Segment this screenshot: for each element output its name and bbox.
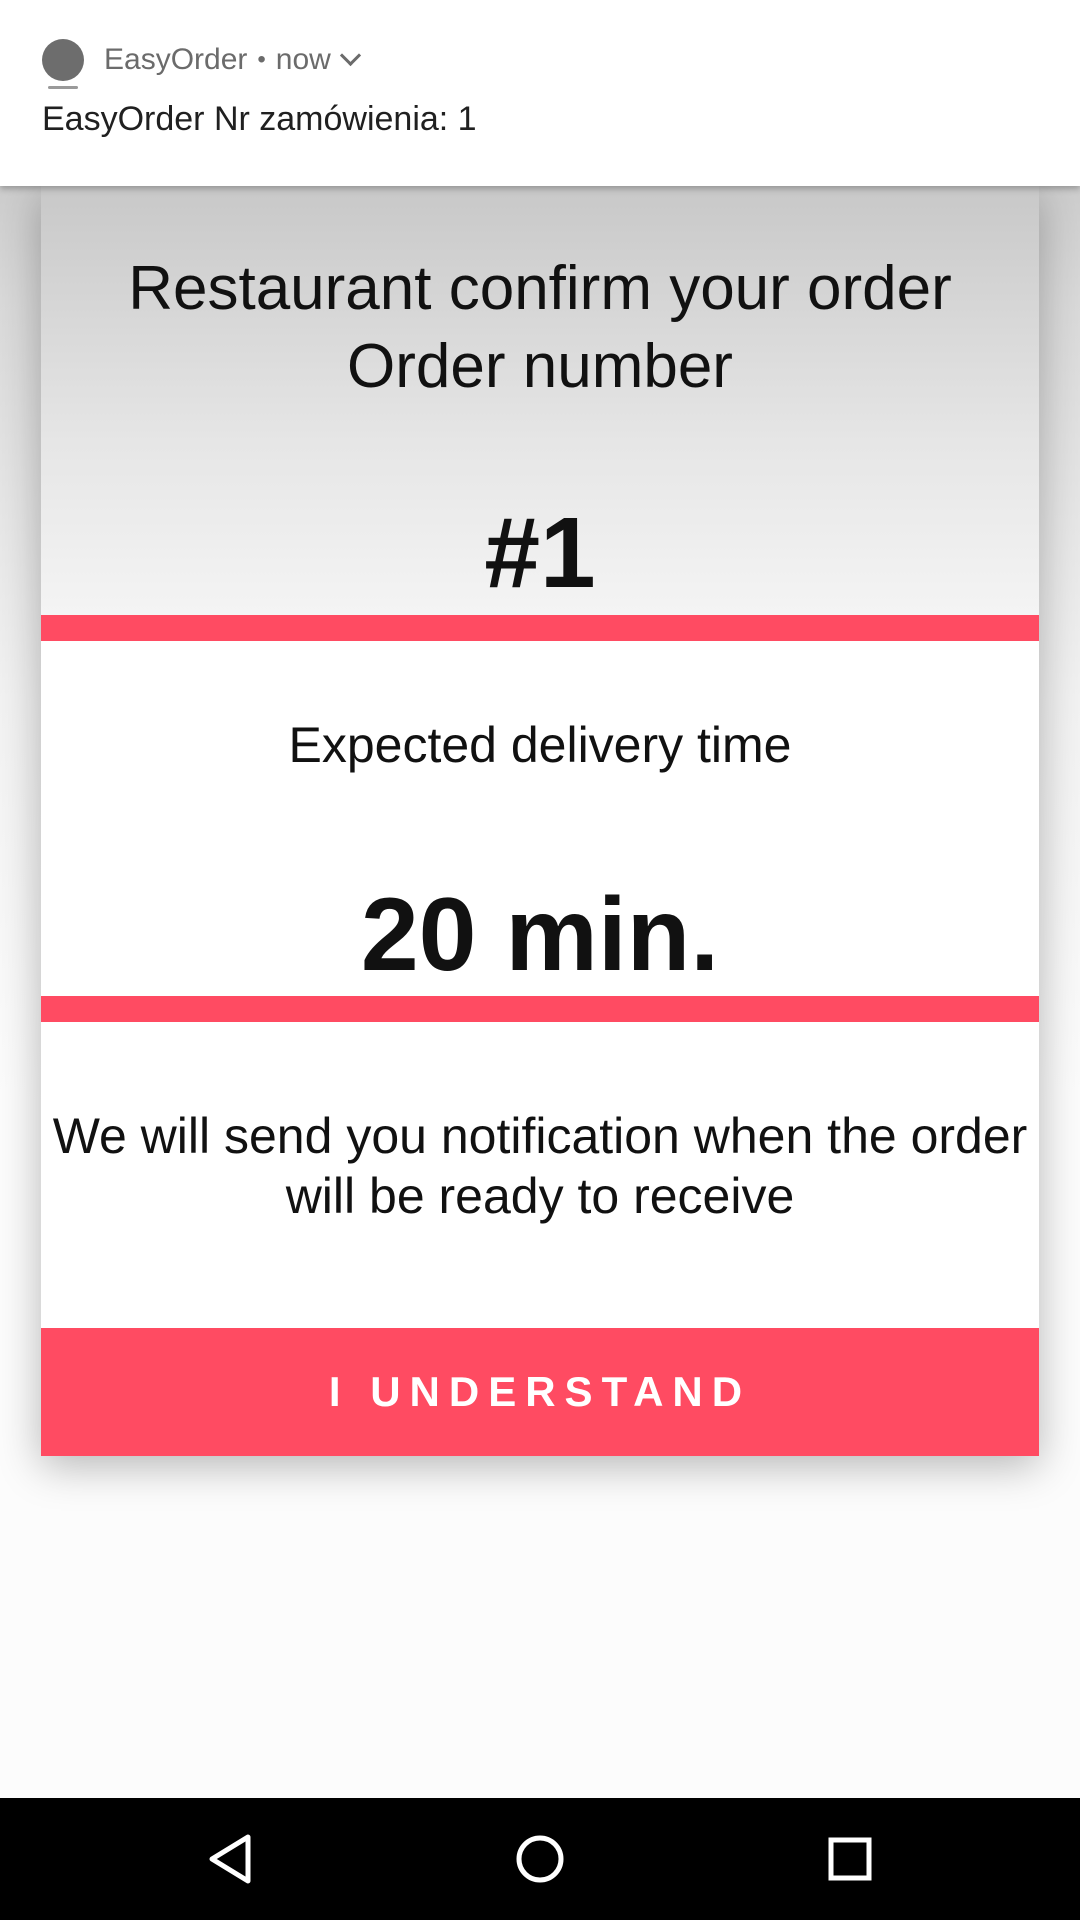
home-icon: [516, 1835, 564, 1883]
chevron-down-icon[interactable]: [339, 44, 361, 66]
home-button[interactable]: [480, 1798, 600, 1920]
notification-time: now: [275, 43, 331, 76]
notification-app-name: EasyOrder: [104, 43, 248, 76]
delivery-time-label: Expected delivery time: [288, 717, 792, 773]
accent-divider: [41, 996, 1039, 1022]
recent-apps-button[interactable]: [790, 1798, 910, 1920]
notification[interactable]: EasyOrder • now EasyOrder Nr zamówienia:…: [0, 0, 1080, 186]
dialog-title: Restaurant confirm your order Order numb…: [41, 250, 1039, 406]
notification-info-text: We will send you notification when the o…: [41, 1106, 1039, 1226]
info-line-1: We will send you notification when the o…: [52, 1108, 1028, 1164]
title-line-2: Order number: [347, 332, 733, 401]
notification-text: EasyOrder Nr zamówienia: 1: [42, 100, 477, 138]
back-button[interactable]: [170, 1798, 290, 1920]
title-line-1: Restaurant confirm your order: [128, 254, 952, 323]
understand-button[interactable]: I UNDERSTAND: [41, 1328, 1039, 1456]
navigation-bar: [0, 1798, 1080, 1920]
app-icon: [42, 39, 84, 89]
info-line-2: will be ready to receive: [285, 1168, 795, 1224]
delivery-time-value: 20 min.: [360, 877, 720, 993]
order-confirmation-dialog: Restaurant confirm your order Order numb…: [41, 186, 1039, 1456]
back-icon: [209, 1834, 251, 1884]
notification-header: EasyOrder • now: [42, 34, 361, 89]
dialog-header: Restaurant confirm your order Order numb…: [41, 186, 1039, 615]
order-number: #1: [484, 497, 596, 609]
screen: EasyOrder • now EasyOrder Nr zamówienia:…: [0, 0, 1080, 1920]
notification-separator: •: [257, 46, 266, 73]
accent-divider: [41, 615, 1039, 641]
recent-apps-icon: [828, 1837, 872, 1881]
